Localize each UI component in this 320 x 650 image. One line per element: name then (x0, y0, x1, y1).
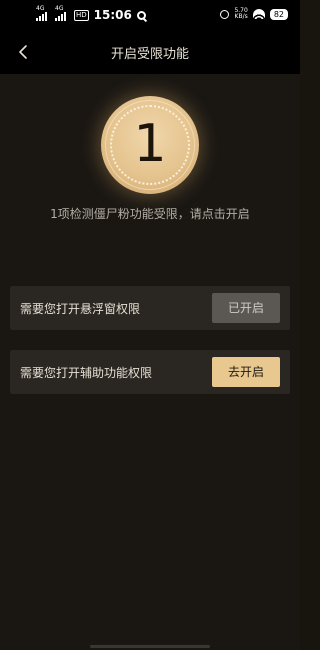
permission-row-overlay: 需要您打开悬浮窗权限 已开启 (10, 286, 290, 330)
home-indicator[interactable] (90, 645, 210, 648)
accessibility-enable-button[interactable]: 去开启 (212, 357, 280, 387)
signal-1-icon: 4G (36, 5, 50, 21)
status-left: 4G 4G HD 15:06 (36, 5, 146, 22)
hint-text: 1项检测僵尸粉功能受限，请点击开启 (50, 207, 250, 221)
page: 4G 4G HD 15:06 5.70 KB/s 82 开启受限功能 1 1项检… (0, 0, 300, 650)
page-title: 开启受限功能 (110, 47, 189, 62)
signal-2-icon: 4G (55, 5, 69, 21)
status-time: 15:06 (93, 8, 132, 22)
overlay-enabled-button[interactable]: 已开启 (212, 293, 280, 323)
status-bar: 4G 4G HD 15:06 5.70 KB/s 82 (0, 0, 300, 30)
nav-header: 开启受限功能 (0, 30, 300, 74)
network-1-label: 4G (36, 4, 45, 12)
hd-badge: HD (74, 9, 89, 21)
network-2-label: 4G (55, 4, 64, 12)
alarm-icon (220, 9, 230, 19)
permission-label-accessibility: 需要您打开辅助功能权限 (20, 366, 153, 380)
permission-row-accessibility: 需要您打开辅助功能权限 去开启 (10, 350, 290, 394)
wifi-icon (252, 9, 265, 19)
network-speed: 5.70 KB/s (234, 8, 247, 20)
coin-badge: 1 (101, 96, 199, 194)
permission-label-overlay: 需要您打开悬浮窗权限 (20, 302, 141, 316)
battery-icon: 82 (269, 8, 288, 20)
restricted-count: 1 (133, 114, 167, 174)
speed-unit: KB/s (234, 13, 248, 20)
restricted-count-coin: 1 (101, 96, 199, 194)
status-right: 5.70 KB/s 82 (220, 8, 288, 20)
search-notification-icon (136, 10, 146, 20)
